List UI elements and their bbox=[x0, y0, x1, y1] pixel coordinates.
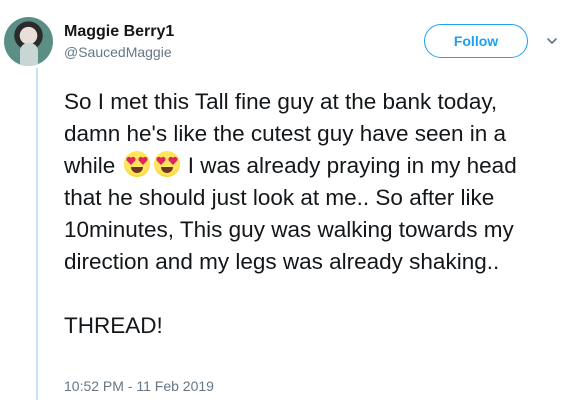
tweet-text-part-3: THREAD! bbox=[64, 313, 163, 338]
chevron-down-icon[interactable] bbox=[547, 37, 557, 45]
tweet-timestamp[interactable]: 10:52 PM - 11 Feb 2019 bbox=[64, 378, 214, 394]
thread-connector-line bbox=[36, 68, 38, 400]
follow-button[interactable]: Follow bbox=[424, 24, 528, 58]
avatar[interactable] bbox=[4, 17, 53, 66]
heart-eyes-emoji-icon bbox=[123, 151, 150, 177]
heart-eyes-emoji-icon bbox=[153, 151, 180, 177]
user-handle[interactable]: @SaucedMaggie bbox=[64, 44, 172, 60]
tweet-text: So I met this Tall fine guy at the bank … bbox=[64, 86, 559, 342]
display-name[interactable]: Maggie Berry1 bbox=[64, 23, 174, 41]
